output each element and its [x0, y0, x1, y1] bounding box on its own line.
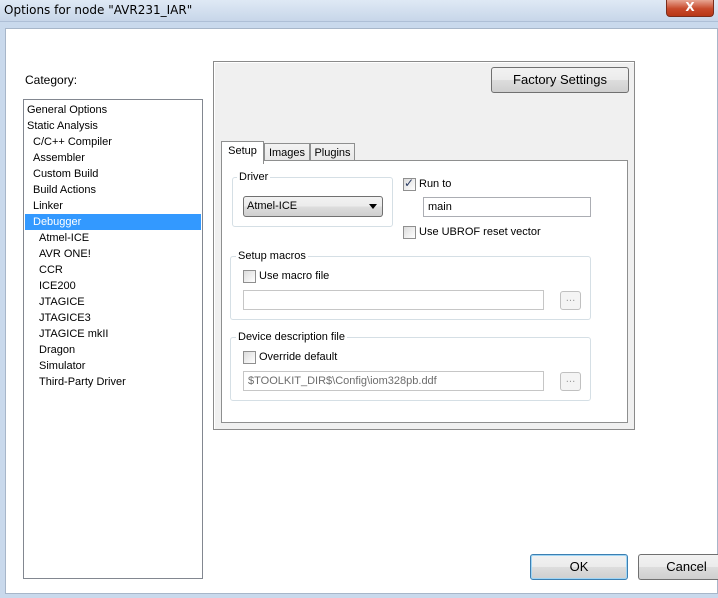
category-item-simulator[interactable]: Simulator	[25, 358, 201, 374]
cancel-button[interactable]: Cancel	[638, 554, 718, 580]
category-item-dragon[interactable]: Dragon	[25, 342, 201, 358]
driver-select-value: Atmel-ICE	[247, 200, 298, 212]
setup-macros-group-label: Setup macros	[236, 250, 308, 263]
close-button[interactable]: X	[666, 0, 714, 17]
use-macro-file-label: Use macro file	[259, 270, 330, 282]
title-bar: Options for node "AVR231_IAR" X	[0, 0, 718, 22]
ddf-file-input[interactable]: $TOOLKIT_DIR$\Config\iom328pb.ddf	[243, 371, 544, 391]
category-item-ccr[interactable]: CCR	[25, 262, 201, 278]
use-macro-file-checkbox[interactable]	[243, 270, 256, 283]
category-item-linker[interactable]: Linker	[25, 198, 201, 214]
device-description-group	[230, 337, 591, 401]
close-icon: X	[685, 0, 695, 14]
device-description-group-label: Device description file	[236, 331, 347, 344]
window-title: Options for node "AVR231_IAR"	[4, 3, 193, 17]
macro-file-browse-button[interactable]: ...	[560, 291, 581, 310]
category-item-assembler[interactable]: Assembler	[25, 150, 201, 166]
category-item-general-options[interactable]: General Options	[25, 102, 201, 118]
category-item-atmel-ice[interactable]: Atmel-ICE	[25, 230, 201, 246]
run-to-input[interactable]: main	[423, 197, 591, 217]
override-default-checkbox[interactable]	[243, 351, 256, 364]
chevron-down-icon	[369, 204, 377, 209]
category-list[interactable]: General Options Static Analysis C/C++ Co…	[23, 99, 203, 579]
category-label: Category:	[25, 73, 78, 87]
factory-settings-button[interactable]: Factory Settings	[491, 67, 629, 93]
category-item-build-actions[interactable]: Build Actions	[25, 182, 201, 198]
category-item-jtagice[interactable]: JTAGICE	[25, 294, 201, 310]
setup-macros-group	[230, 256, 591, 320]
override-default-label: Override default	[259, 351, 338, 363]
category-item-third-party-driver[interactable]: Third-Party Driver	[25, 374, 201, 390]
category-item-c-cpp-compiler[interactable]: C/C++ Compiler	[25, 134, 201, 150]
category-item-jtagice-mkii[interactable]: JTAGICE mkII	[25, 326, 201, 342]
category-item-ice200[interactable]: ICE200	[25, 278, 201, 294]
category-item-custom-build[interactable]: Custom Build	[25, 166, 201, 182]
run-to-checkbox[interactable]	[403, 176, 416, 191]
run-to-label: Run to	[419, 178, 452, 190]
category-item-avr-one[interactable]: AVR ONE!	[25, 246, 201, 262]
tab-setup[interactable]: Setup	[221, 141, 264, 164]
category-item-jtagice3[interactable]: JTAGICE3	[25, 310, 201, 326]
driver-group-label: Driver	[237, 171, 271, 184]
category-item-static-analysis[interactable]: Static Analysis	[25, 118, 201, 134]
macro-file-input[interactable]	[243, 290, 544, 310]
category-item-debugger[interactable]: Debugger	[25, 214, 201, 230]
ok-button[interactable]: OK	[530, 554, 628, 580]
ubrof-reset-vector-label: Use UBROF reset vector	[419, 226, 541, 238]
ddf-file-browse-button[interactable]: ...	[560, 372, 581, 391]
driver-select[interactable]: Atmel-ICE	[243, 196, 383, 217]
ubrof-reset-vector-checkbox[interactable]	[403, 226, 416, 239]
